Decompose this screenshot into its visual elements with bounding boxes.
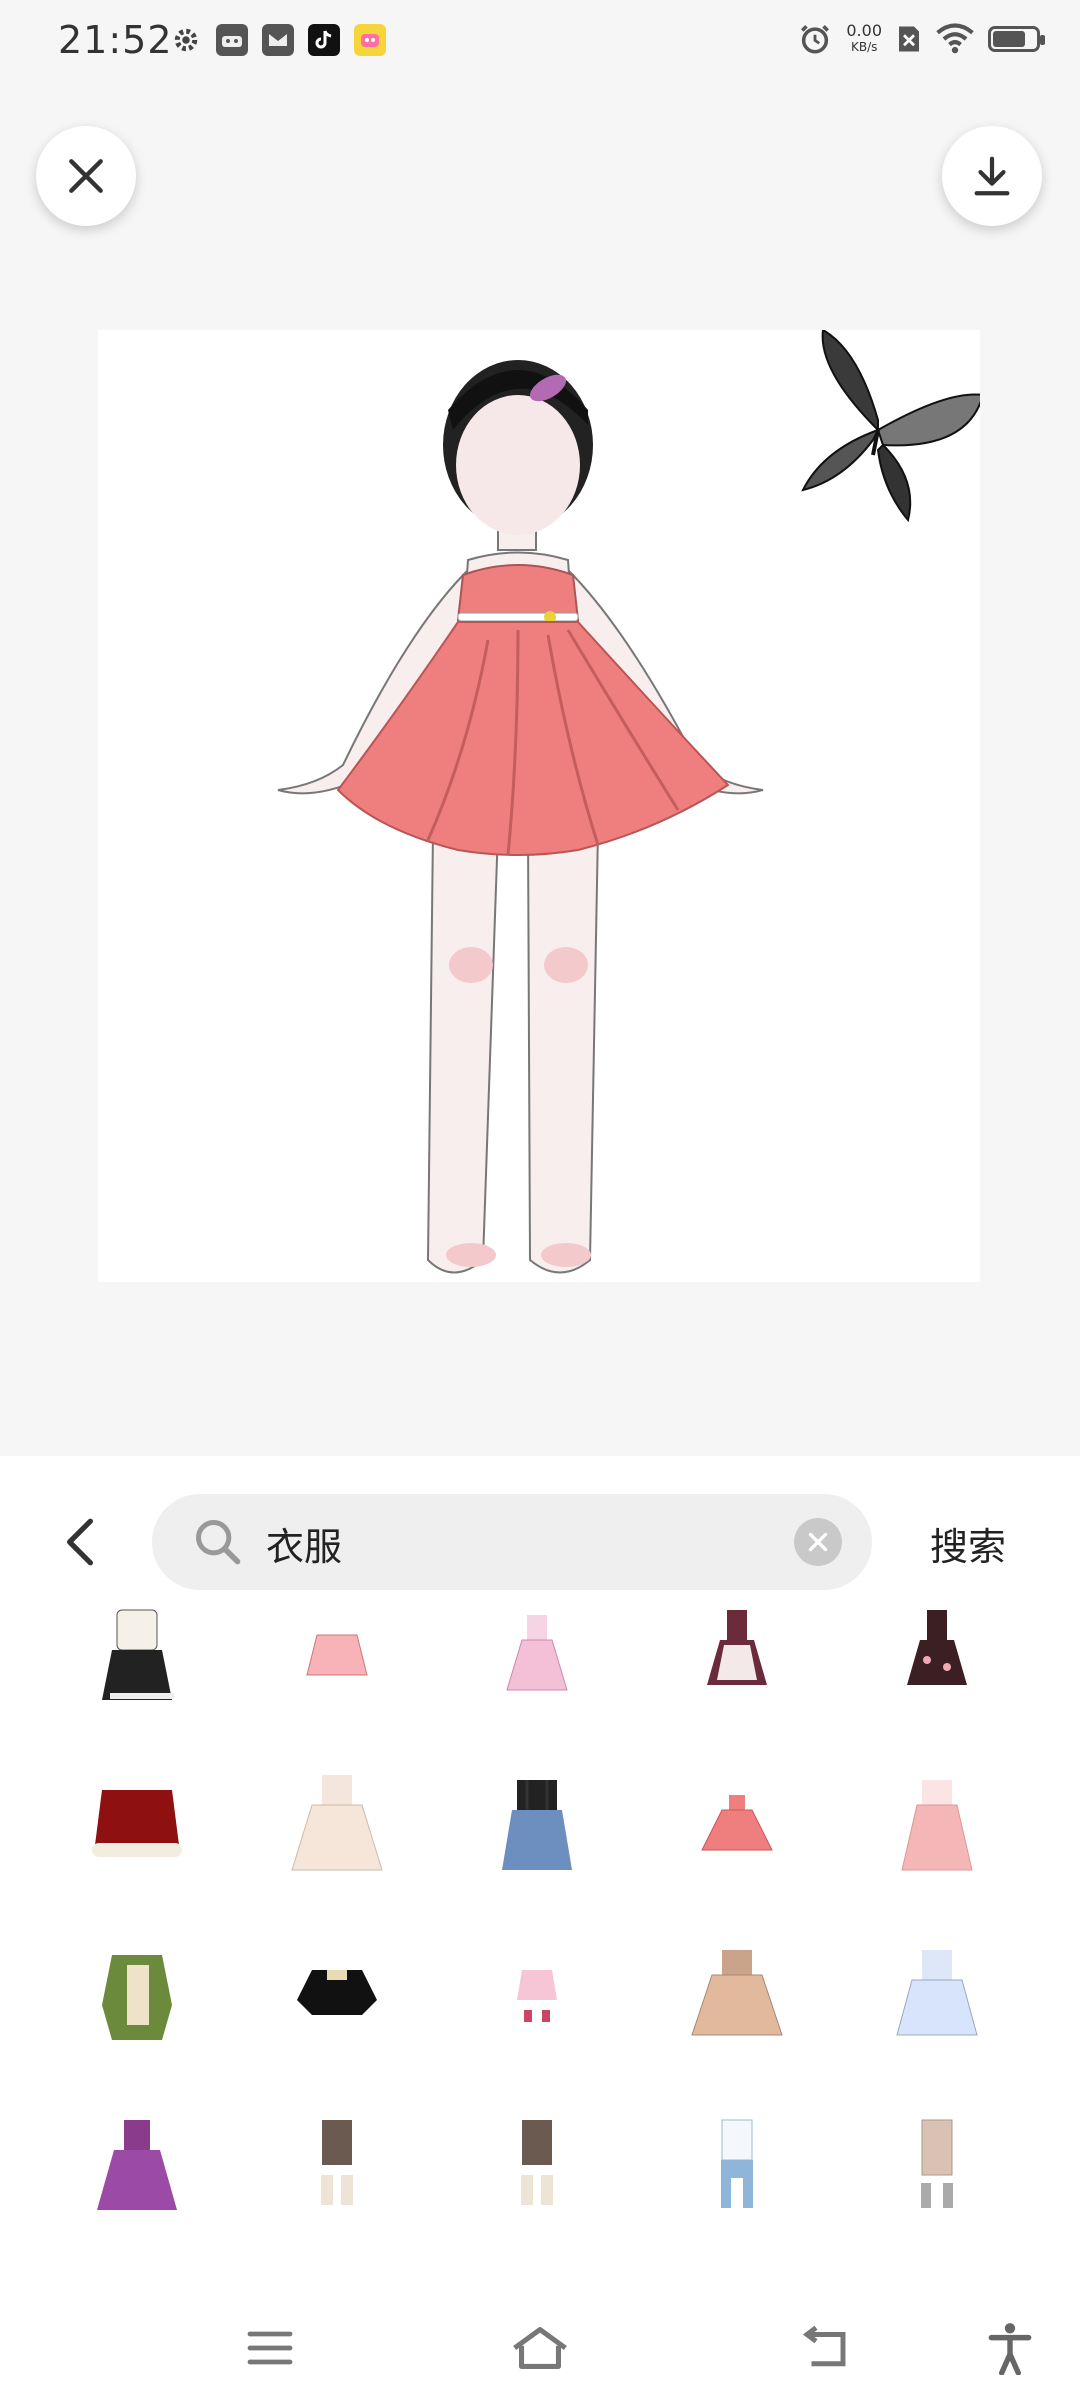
result-item[interactable] xyxy=(437,2080,637,2250)
home-button[interactable] xyxy=(505,2318,575,2378)
battery-icon xyxy=(988,26,1045,52)
back-button[interactable] xyxy=(48,1510,112,1574)
result-item[interactable] xyxy=(437,1740,637,1910)
close-button[interactable] xyxy=(36,126,136,226)
result-item[interactable] xyxy=(237,1910,437,2080)
result-item[interactable] xyxy=(37,2080,237,2250)
result-item[interactable] xyxy=(637,1590,837,1740)
gear-icon xyxy=(170,24,202,56)
notification-icons xyxy=(170,24,386,56)
chevron-left-icon xyxy=(67,1518,93,1566)
result-item[interactable] xyxy=(637,1740,837,1910)
game-app-icon xyxy=(216,24,248,56)
results-grid xyxy=(0,1590,1080,2280)
system-nav-bar xyxy=(0,2290,1080,2408)
wifi-icon xyxy=(936,23,974,54)
result-item[interactable] xyxy=(837,1910,1037,2080)
download-button[interactable] xyxy=(942,126,1042,226)
accessibility-button[interactable] xyxy=(975,2318,1045,2378)
alarm-icon xyxy=(801,24,830,54)
menu-button[interactable] xyxy=(235,2318,305,2378)
search-icon xyxy=(196,1520,241,1565)
result-item[interactable] xyxy=(237,2250,437,2280)
design-canvas[interactable] xyxy=(98,330,980,1282)
yellow-app-icon xyxy=(354,24,386,56)
result-item[interactable] xyxy=(237,2080,437,2250)
result-item[interactable] xyxy=(837,1590,1037,1740)
search-button[interactable]: 搜索 xyxy=(930,1516,1006,1571)
search-input[interactable]: 衣服 xyxy=(266,1516,342,1571)
result-item[interactable] xyxy=(437,2250,637,2280)
result-item[interactable] xyxy=(437,1910,637,2080)
result-item[interactable] xyxy=(637,2080,837,2250)
net-speed: 0.00 KB/s xyxy=(846,21,882,55)
result-item[interactable] xyxy=(37,1910,237,2080)
home-icon xyxy=(513,2327,567,2369)
status-bar: 21:52 0.00 KB/s xyxy=(0,0,1080,86)
download-icon xyxy=(974,156,1010,196)
menu-icon xyxy=(247,2331,293,2365)
result-item[interactable] xyxy=(637,1910,837,2080)
result-item[interactable] xyxy=(637,2250,837,2280)
clear-button[interactable] xyxy=(794,1518,842,1566)
back-icon xyxy=(802,2325,846,2367)
result-item[interactable] xyxy=(37,1740,237,1910)
result-item[interactable] xyxy=(237,1740,437,1910)
search-box[interactable]: 衣服 xyxy=(152,1494,872,1590)
back-nav-button[interactable] xyxy=(790,2318,860,2378)
result-item[interactable] xyxy=(237,1590,437,1740)
result-item[interactable] xyxy=(437,1590,637,1740)
result-item[interactable] xyxy=(837,1740,1037,1910)
system-status-icons: 0.00 KB/s xyxy=(798,21,1045,56)
close-icon xyxy=(69,159,103,193)
clear-icon xyxy=(808,1532,828,1552)
search-row: 衣服 搜索 xyxy=(0,1494,1080,1590)
result-item[interactable] xyxy=(37,1590,237,1740)
result-item[interactable] xyxy=(837,2080,1037,2250)
butterfly-sticker[interactable] xyxy=(801,330,980,523)
result-item[interactable] xyxy=(837,2250,1037,2280)
result-item[interactable] xyxy=(37,2250,237,2280)
message-app-icon xyxy=(262,24,294,56)
tiktok-icon xyxy=(308,24,340,56)
status-time: 21:52 xyxy=(58,18,173,62)
accessibility-icon xyxy=(988,2323,1032,2375)
sim-off-icon xyxy=(899,26,919,52)
doll-figure-pink-dress[interactable] xyxy=(98,330,980,1282)
